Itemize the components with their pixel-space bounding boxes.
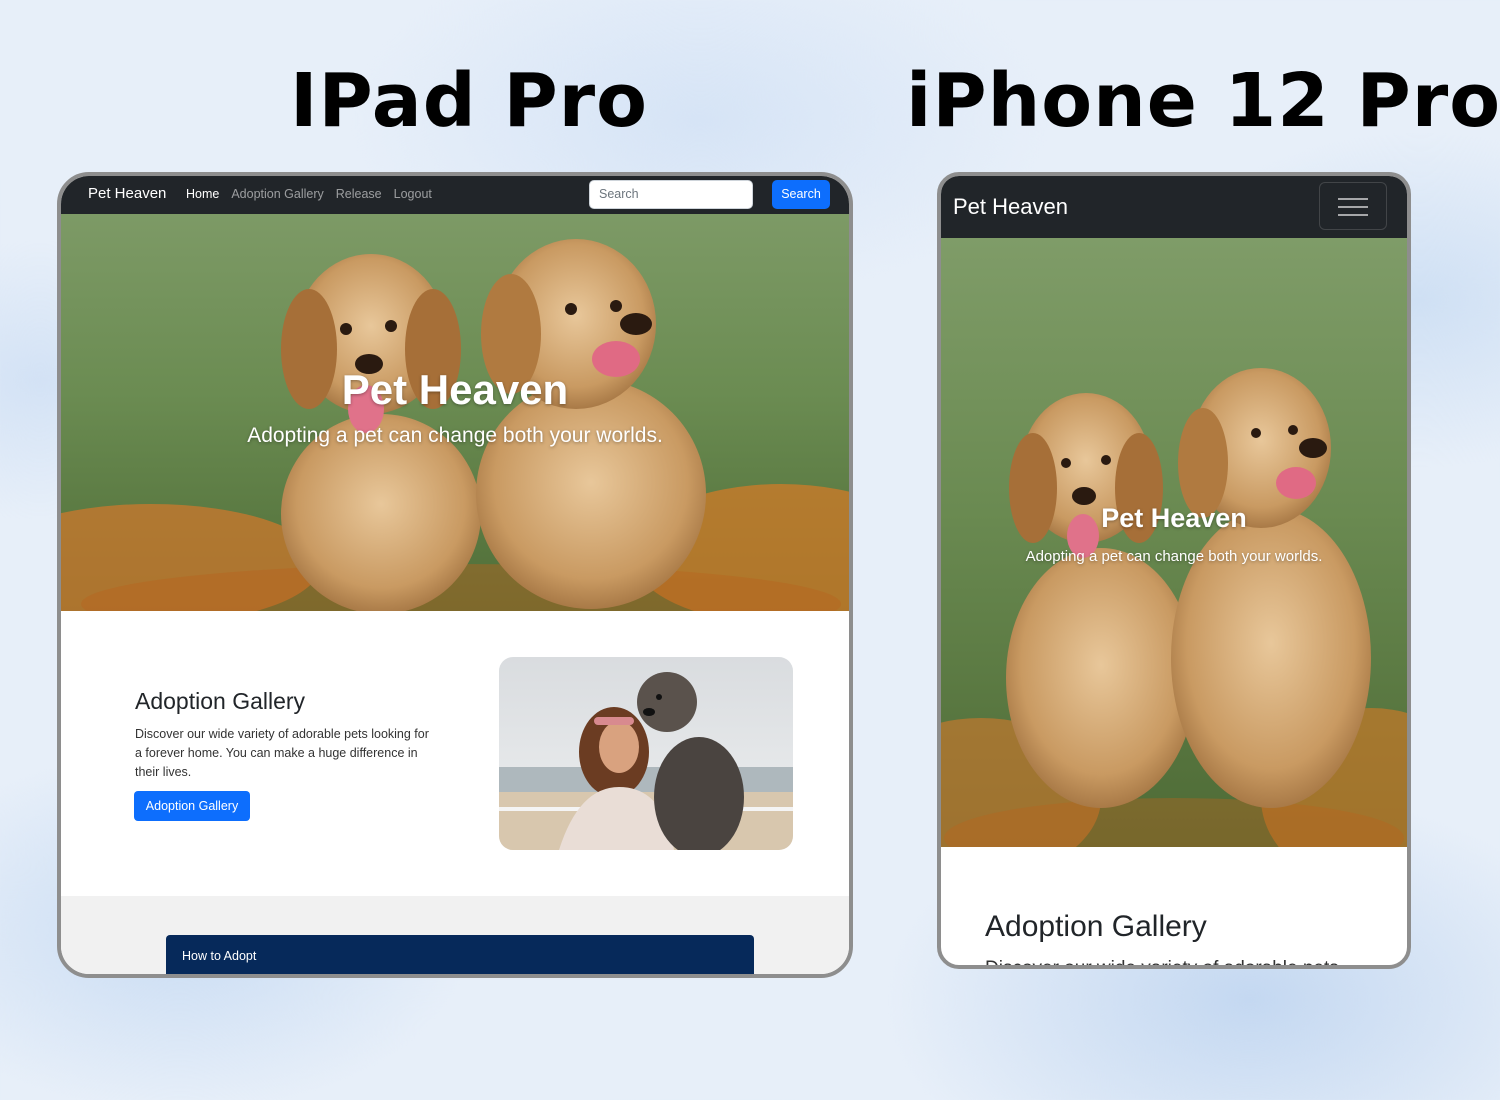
nav-links: Home Adoption Gallery Release Logout xyxy=(186,187,432,201)
woman-with-dog-image xyxy=(499,657,793,850)
navbar-brand[interactable]: Pet Heaven xyxy=(88,185,166,202)
menu-toggle-icon[interactable] xyxy=(1319,182,1387,230)
hero-banner: Pet Heaven Adopting a pet can change bot… xyxy=(61,214,849,611)
ipad-pro-title: IPad Pro xyxy=(290,58,649,144)
nav-home[interactable]: Home xyxy=(186,187,219,201)
hero-subtitle: Adopting a pet can change both your worl… xyxy=(247,424,663,447)
nav-adoption-gallery[interactable]: Adoption Gallery xyxy=(231,187,323,201)
gallery-description: Discover our wide variety of adorable pe… xyxy=(135,727,429,779)
gallery-title: Adoption Gallery xyxy=(135,688,306,714)
navbar: Pet Heaven xyxy=(941,176,1407,238)
nav-logout[interactable]: Logout xyxy=(394,187,432,201)
hero-title: Pet Heaven xyxy=(1101,503,1247,533)
adoption-gallery-button[interactable]: Adoption Gallery xyxy=(134,791,250,821)
hero-title: Pet Heaven xyxy=(341,366,569,413)
how-to-adopt-card-header: How to Adopt xyxy=(166,935,754,974)
iphone-12-pro-title: iPhone 12 Pro xyxy=(906,58,1500,144)
hero-subtitle: Adopting a pet can change both your worl… xyxy=(1025,548,1323,565)
nav-release[interactable]: Release xyxy=(336,187,382,201)
gallery-description: Discover our wide variety of adorable pe… xyxy=(985,958,1339,969)
gallery-title: Adoption Gallery xyxy=(985,910,1207,943)
iphone-frame: Pet Heaven Pet Heaven Adopting a pet can… xyxy=(937,172,1411,969)
hero-banner: Pet Heaven Adopting a pet can change bot… xyxy=(941,238,1407,847)
puppies-hero-image xyxy=(941,238,1407,847)
ipad-frame: Pet Heaven Home Adoption Gallery Release… xyxy=(57,172,853,978)
navbar: Pet Heaven Home Adoption Gallery Release… xyxy=(61,176,849,214)
search-input[interactable]: Search xyxy=(589,180,753,209)
search-button[interactable]: Search xyxy=(772,180,830,209)
navbar-brand[interactable]: Pet Heaven xyxy=(953,194,1068,220)
